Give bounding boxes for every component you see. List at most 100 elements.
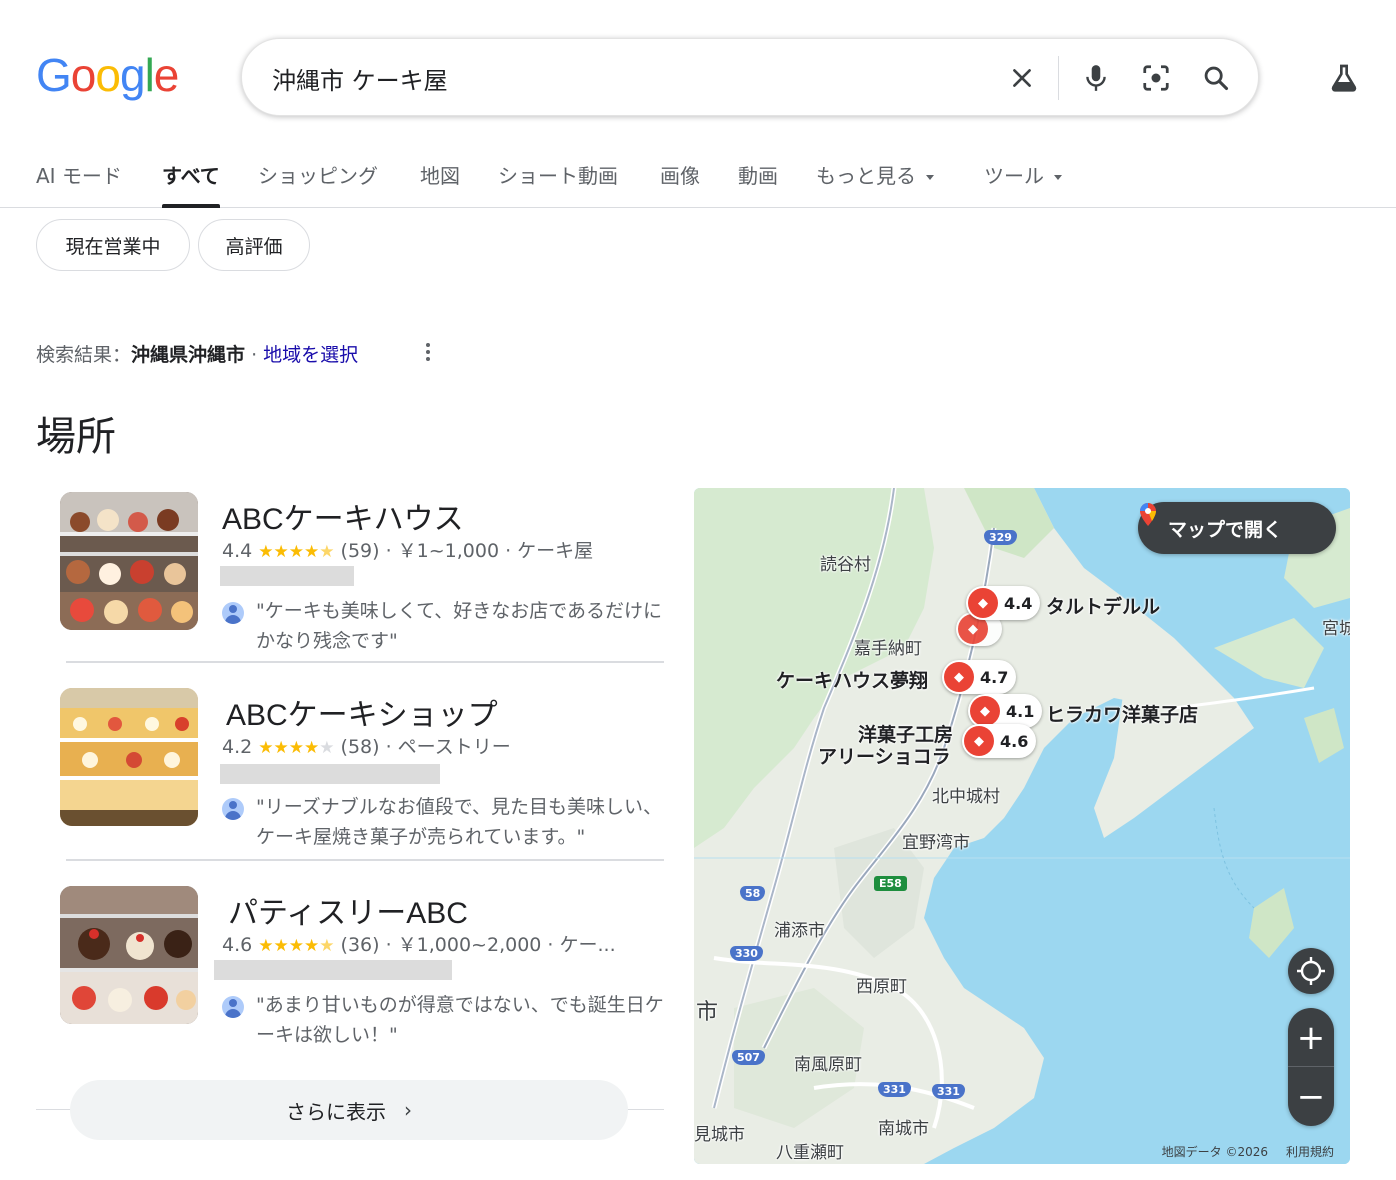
review-text: "リーズナブルなお値段で、見た目も美味しい、ケーキ屋焼き菓子が売られています。" <box>256 796 663 848</box>
location-sep: · <box>245 344 264 366</box>
map-label: 南風原町 <box>794 1055 862 1075</box>
cake-photo[interactable] <box>60 492 198 630</box>
choose-area-link[interactable]: 地域を選択 <box>263 344 358 366</box>
chip-top-rated[interactable]: 高評価 <box>198 219 310 271</box>
redacted-address <box>220 764 440 784</box>
close-icon[interactable] <box>1002 58 1042 98</box>
tab-label: 地図 <box>420 164 460 188</box>
cake-pin-icon: ◆ <box>944 662 974 692</box>
rating-value: 4.4 <box>222 540 253 562</box>
route-shield: 331 <box>878 1082 911 1097</box>
chip-label: 現在営業中 <box>65 235 161 258</box>
star-rating-icon: ★★★★★ <box>258 738 335 758</box>
labs-flask-icon[interactable] <box>1322 56 1366 100</box>
map-label: 宮城 <box>1322 619 1350 639</box>
zoom-in-button[interactable]: + <box>1288 1008 1334 1067</box>
route-shield: 330 <box>730 946 763 961</box>
avatar <box>222 798 244 820</box>
route-shield: 58 <box>740 886 766 901</box>
shop-label[interactable]: ケーキハウス夢翔 <box>776 666 928 693</box>
search-input[interactable]: 沖縄市 ケーキ屋 <box>272 61 448 96</box>
map-marker[interactable]: ◆ 4.6 <box>962 724 1037 758</box>
place-result[interactable]: パティスリーABC 4.6 ★★★★★ (36) · ￥1,000~2,000 … <box>60 886 664 1046</box>
route-shield: 331 <box>932 1084 965 1099</box>
place-result[interactable]: ABCケーキショップ 4.2 ★★★★★ (58) · ペーストリー "リーズナ… <box>60 688 664 848</box>
map-label: 南城市 <box>878 1119 929 1139</box>
map-marker[interactable]: ◆ 4.1 <box>968 694 1043 728</box>
search-icon[interactable] <box>1196 58 1236 98</box>
tab-label: ツール <box>984 164 1044 188</box>
mic-icon[interactable] <box>1076 58 1116 98</box>
more-options-icon[interactable] <box>420 340 436 366</box>
google-logo[interactable]: Google <box>36 48 179 102</box>
cake-photo[interactable] <box>60 688 198 826</box>
rating-value: 4.2 <box>222 736 253 758</box>
shop-label[interactable]: ヒラカワ洋菓子店 <box>1046 700 1198 727</box>
map-marker[interactable]: ◆ 4.7 <box>942 660 1017 694</box>
crosshair-icon <box>1297 957 1325 985</box>
open-in-maps-label: マップで開く <box>1168 518 1283 541</box>
logo-letter: o <box>70 49 97 101</box>
result-divider <box>66 661 664 663</box>
tab-more[interactable]: もっと見る <box>816 160 934 206</box>
review-count: (58) <box>340 736 380 758</box>
search-divider <box>1058 56 1059 100</box>
tab-shopping[interactable]: ショッピング <box>258 160 378 206</box>
tab-videos[interactable]: 動画 <box>738 160 778 206</box>
place-name[interactable]: パティスリーABC <box>228 888 468 932</box>
map-marker[interactable]: ◆ 4.4 <box>966 586 1041 620</box>
lens-icon[interactable] <box>1136 58 1176 98</box>
section-title: 場所 <box>36 414 116 460</box>
review-snippet: "ケーキも美味しくて、好きなお店であるだけにかなり残念です" <box>222 596 664 656</box>
shop-label[interactable]: タルトデルル <box>1046 592 1160 619</box>
tab-all[interactable]: すべて <box>162 160 220 208</box>
place-result[interactable]: ABCケーキハウス 4.4 ★★★★★ (59) · ￥1~1,000 · ケー… <box>60 492 664 652</box>
chip-open-now[interactable]: 現在営業中 <box>36 219 190 271</box>
logo-letter: l <box>144 49 155 101</box>
result-divider <box>66 859 664 861</box>
map-label: 嘉手納町 <box>854 639 922 659</box>
tab-tools[interactable]: ツール <box>984 160 1062 206</box>
tab-label: AI モード <box>36 164 122 188</box>
caret-down-icon <box>926 175 934 180</box>
cake-pin-icon: ◆ <box>964 726 994 756</box>
cake-pin-icon: ◆ <box>970 696 1000 726</box>
place-name[interactable]: ABCケーキショップ <box>226 690 498 734</box>
open-in-maps-button[interactable]: マップで開く <box>1138 502 1336 554</box>
shop-label[interactable]: アリーショコラ <box>818 742 951 769</box>
tab-label: ショート動画 <box>498 164 618 188</box>
show-more-button[interactable]: さらに表示 › <box>70 1080 628 1140</box>
redacted-address <box>214 960 452 980</box>
map-label: 浦添市 <box>774 921 825 941</box>
tab-ai-mode[interactable]: AI モード <box>36 160 122 206</box>
cake-photo[interactable] <box>60 886 198 1024</box>
marker-rating: 4.4 <box>1004 593 1033 613</box>
star-rating-icon: ★★★★★ <box>258 936 335 956</box>
my-location-button[interactable] <box>1288 948 1334 994</box>
tab-images[interactable]: 画像 <box>660 160 700 206</box>
place-meta: 4.4 ★★★★★ (59) · ￥1~1,000 · ケーキ屋 <box>222 536 593 563</box>
place-info: · ペーストリー <box>379 736 511 758</box>
map-label: 西原町 <box>856 977 907 997</box>
star-rating-icon: ★★★★★ <box>258 542 335 562</box>
location-place: 沖縄県沖縄市 <box>131 344 246 366</box>
tab-maps[interactable]: 地図 <box>420 160 460 206</box>
terms-link[interactable]: 利用規約 <box>1286 1145 1334 1159</box>
marker-rating: 4.6 <box>1000 731 1029 751</box>
tab-label: すべて <box>162 164 220 188</box>
tab-short-videos[interactable]: ショート動画 <box>498 160 618 206</box>
map-label: 北中城村 <box>932 787 1000 807</box>
route-shield: 507 <box>732 1050 765 1065</box>
map[interactable]: マップで開く 329 58 330 507 331 331 E58 読谷村 嘉手… <box>694 488 1350 1164</box>
location-line: 検索結果：沖縄県沖縄市 · 地域を選択 <box>36 340 358 367</box>
location-prefix: 検索結果： <box>36 344 132 366</box>
marker-rating: 4.1 <box>1006 701 1035 721</box>
search-box[interactable]: 沖縄市 ケーキ屋 <box>241 38 1259 116</box>
zoom-out-button[interactable]: − <box>1288 1067 1334 1126</box>
route-shield: 329 <box>984 530 1017 545</box>
avatar <box>222 996 244 1018</box>
review-snippet: "リーズナブルなお値段で、見た目も美味しい、ケーキ屋焼き菓子が売られています。" <box>222 792 664 852</box>
place-name[interactable]: ABCケーキハウス <box>222 494 464 538</box>
tab-label: もっと見る <box>816 164 916 188</box>
logo-letter: o <box>95 49 121 101</box>
